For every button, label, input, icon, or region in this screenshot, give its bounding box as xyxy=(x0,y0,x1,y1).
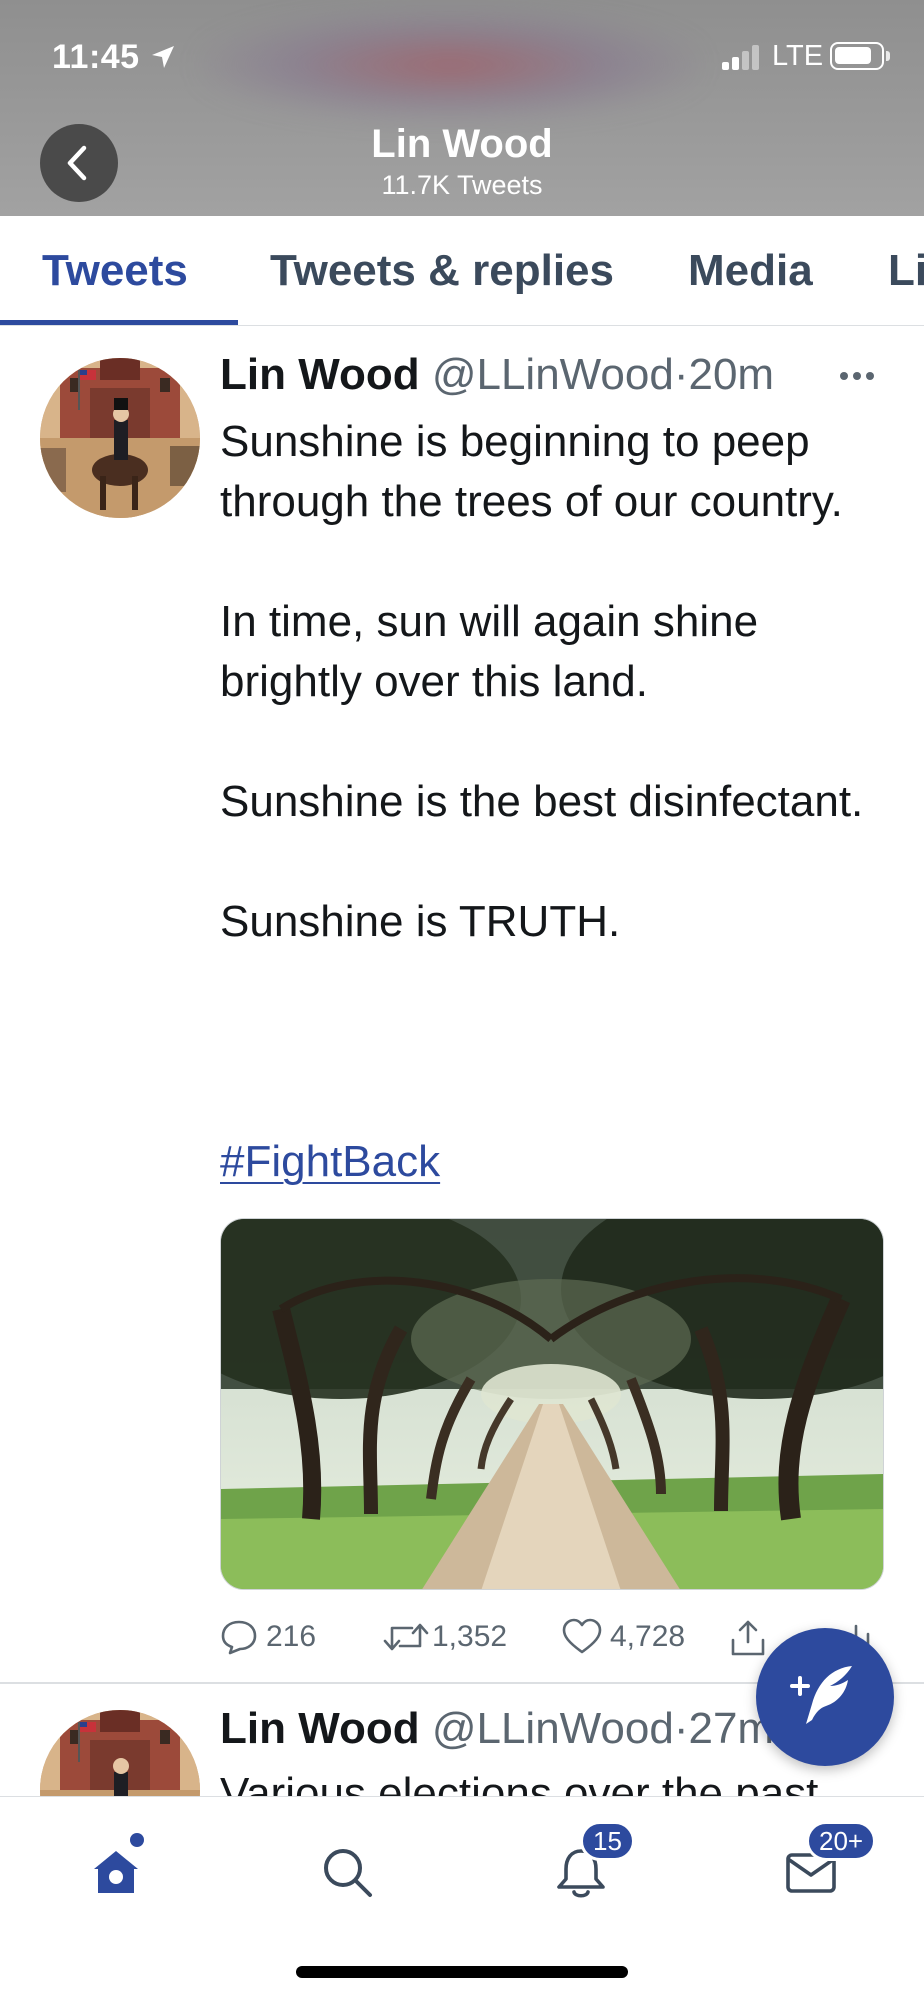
retweet-button[interactable]: 1,352 xyxy=(382,1612,522,1662)
share-icon xyxy=(731,1620,765,1656)
status-time: 11:45 xyxy=(52,38,140,76)
tweet-header: Lin Wood @LLinWood·27m xyxy=(220,1704,774,1754)
reply-icon xyxy=(221,1620,257,1655)
battery-icon xyxy=(830,42,884,70)
location-arrow-icon xyxy=(152,46,174,68)
nav-notifications[interactable]: 15 xyxy=(534,1821,635,1917)
tweet-text: Various elections over the past xyxy=(220,1769,819,1796)
avatar-image xyxy=(40,358,200,518)
profile-name: Lin Wood xyxy=(371,122,553,166)
like-button[interactable]: 4,728 xyxy=(562,1612,702,1662)
avatar-image xyxy=(40,1710,200,1796)
tab-tweets[interactable]: Tweets xyxy=(42,246,188,296)
home-indicator[interactable] xyxy=(296,1966,628,1978)
tweet-paragraph: Sunshine is TRUTH. xyxy=(220,897,621,946)
oak-alley-photo xyxy=(221,1219,883,1589)
author-handle[interactable]: @LLinWood xyxy=(432,350,674,399)
new-content-dot xyxy=(130,1833,144,1847)
tab-media[interactable]: Media xyxy=(688,246,813,296)
avatar[interactable] xyxy=(40,358,200,518)
like-count: 4,728 xyxy=(610,1620,686,1653)
retweet-count: 1,352 xyxy=(432,1620,508,1653)
author-name[interactable]: Lin Wood xyxy=(220,350,420,399)
profile-header: 11:45 LTE Lin Wood 11.7K Tweets xyxy=(0,0,924,216)
status-bar: 11:45 LTE xyxy=(0,0,924,110)
tweet-text: Sunshine is beginning to peep through th… xyxy=(220,412,880,952)
compose-feather-icon xyxy=(790,1666,852,1724)
tweet-paragraph: In time, sun will again shine brightly o… xyxy=(220,597,759,706)
network-type: LTE xyxy=(772,40,824,72)
separator-dot: · xyxy=(673,350,689,399)
home-icon xyxy=(94,1851,138,1893)
notifications-badge: 15 xyxy=(580,1821,635,1861)
tweet-header: Lin Wood @LLinWood·20m xyxy=(220,350,774,400)
separator-dot: · xyxy=(673,1704,689,1753)
tweet-paragraph: Sunshine is beginning to peep through th… xyxy=(220,417,843,526)
nav-search[interactable] xyxy=(300,1827,390,1917)
profile-tweet-count: 11.7K Tweets xyxy=(381,170,543,200)
tab-tweets-and-replies[interactable]: Tweets & replies xyxy=(270,246,614,296)
tweet-timestamp: 20m xyxy=(688,350,775,399)
reply-button[interactable]: 216 xyxy=(220,1612,330,1662)
search-icon xyxy=(324,1849,372,1897)
hashtag-link[interactable]: #FightBack xyxy=(220,1132,440,1192)
reply-count: 216 xyxy=(266,1620,317,1653)
nav-home[interactable] xyxy=(70,1827,160,1917)
battery-cap xyxy=(886,51,890,61)
retweet-icon xyxy=(383,1623,429,1651)
avatar[interactable] xyxy=(40,1710,200,1796)
messages-badge: 20+ xyxy=(806,1821,877,1861)
active-tab-indicator xyxy=(0,320,238,325)
profile-tabs: Tweets Tweets & replies Media Li xyxy=(0,216,924,326)
cellular-signal-icon xyxy=(722,44,762,70)
nav-messages[interactable]: 20+ xyxy=(764,1821,877,1917)
tweet-media-image[interactable] xyxy=(220,1218,884,1590)
author-handle[interactable]: @LLinWood xyxy=(432,1704,674,1753)
heart-icon xyxy=(562,1618,602,1654)
compose-tweet-button[interactable] xyxy=(756,1628,894,1766)
tab-likes[interactable]: Li xyxy=(888,246,924,296)
tweet-paragraph: Sunshine is the best disinfectant. xyxy=(220,777,864,826)
more-options-button[interactable] xyxy=(840,360,880,390)
author-name[interactable]: Lin Wood xyxy=(220,1704,420,1753)
